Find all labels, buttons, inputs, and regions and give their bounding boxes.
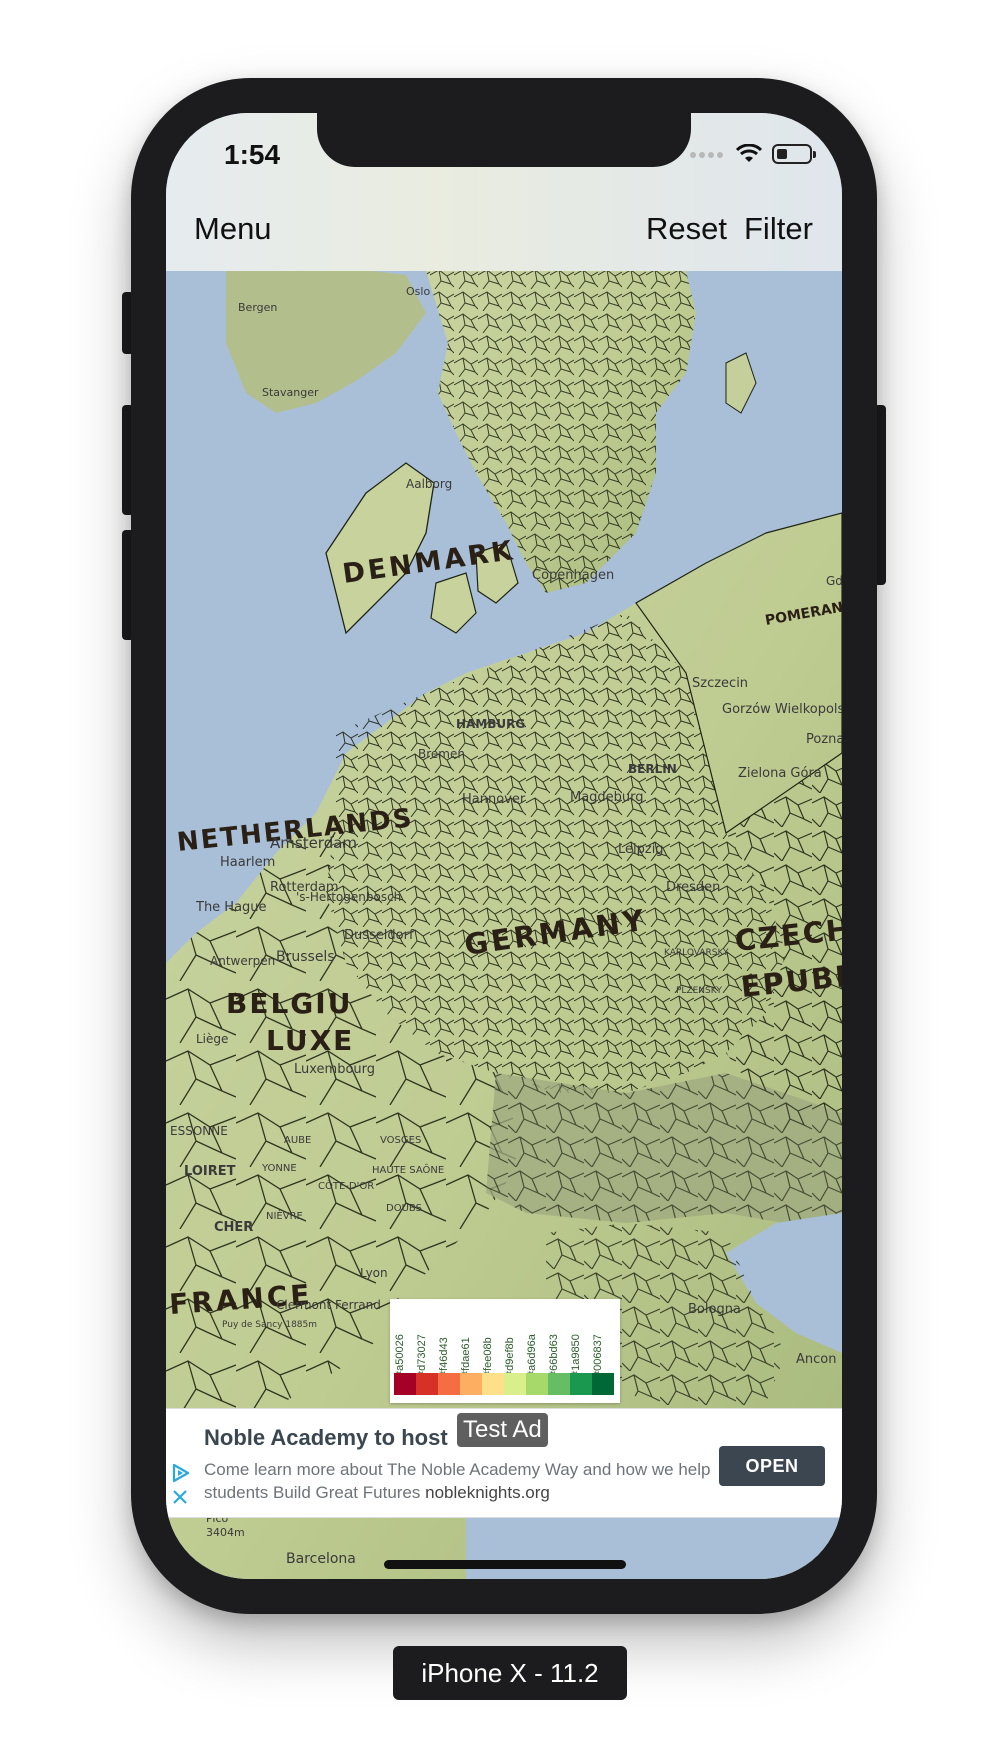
- phone-screen: DENMARK NETHERLANDS GERMANY BELGIU LUXE …: [166, 113, 842, 1579]
- legend-label: #006837: [592, 1334, 604, 1377]
- legend-swatch: [416, 1373, 438, 1395]
- reset-button[interactable]: Reset: [646, 211, 727, 247]
- city-dresden: Dresden: [666, 880, 720, 895]
- device-caption: iPhone X - 11.2: [393, 1646, 627, 1700]
- region-essonne: ESSONNE: [170, 1124, 228, 1138]
- legend-swatch: [592, 1373, 614, 1395]
- region-aube: AUBE: [284, 1135, 311, 1146]
- region-haute-saone: HAUTE SAÔNE: [372, 1163, 444, 1176]
- color-legend: #a50026 #d73027 #f46d43 #fdae61 #fee08b #d9ef…: [390, 1299, 620, 1403]
- legend-label: #66bd63: [548, 1334, 560, 1377]
- label-luxembourg: LUXE: [266, 1024, 354, 1057]
- legend-label: #d9ef8b: [504, 1337, 516, 1377]
- city-haarlem: Haarlem: [220, 855, 275, 870]
- city-gd: Gd: [826, 574, 842, 588]
- legend-label: #a50026: [394, 1334, 406, 1377]
- region-karlovarsky: KARLOVARSKY: [664, 948, 729, 958]
- status-icons: [690, 141, 816, 167]
- legend-label: #fdae61: [460, 1337, 472, 1377]
- city-copenhagen: Copenhagen: [532, 568, 614, 583]
- city-brussels: Brussels: [276, 949, 335, 965]
- signal-icon: [690, 145, 726, 163]
- region-nievre: NIÈVRE: [266, 1209, 303, 1222]
- legend-label: #fee08b: [482, 1337, 494, 1377]
- legend-label: #1a9850: [570, 1334, 582, 1377]
- city-magdeburg: Magdeburg: [570, 790, 644, 805]
- city-poznan: Poznań: [806, 732, 842, 747]
- region-plzensky: PLZENSKY: [676, 986, 722, 996]
- navigation-bar: 1:54 Menu Reset Filter: [166, 113, 842, 271]
- status-time: 1:54: [224, 139, 281, 170]
- battery-icon: [772, 144, 816, 164]
- legend-label: #f46d43: [438, 1337, 450, 1377]
- city-clermont: Clermont Ferrand: [276, 1298, 381, 1312]
- region-cote-dor: CÔTE-D'OR: [318, 1179, 374, 1192]
- region-cher: CHER: [214, 1220, 253, 1235]
- city-dusseldorf: Dusseldorf: [344, 928, 414, 943]
- ad-domain: nobleknights.org: [425, 1483, 550, 1502]
- region-vosges: VOSGES: [380, 1135, 421, 1146]
- menu-button[interactable]: Menu: [194, 211, 272, 247]
- ad-open-button[interactable]: OPEN: [719, 1446, 825, 1486]
- city-berlin: BERLIN: [628, 762, 677, 776]
- city-barcelona: Barcelona: [286, 1551, 356, 1567]
- ad-title: Noble Academy to host: [204, 1425, 448, 1450]
- city-antwerpen: Antwerpen: [210, 954, 275, 968]
- legend-label: #d73027: [416, 1334, 428, 1377]
- city-oslo: Oslo: [406, 285, 430, 298]
- city-stavanger: Stavanger: [262, 386, 319, 399]
- adchoices-icon[interactable]: [170, 1463, 192, 1507]
- city-s-hertogenbosch: 's-Hertogenbosch: [296, 890, 401, 904]
- label-belgium: BELGIU: [226, 987, 352, 1020]
- city-ancona: Ancon: [796, 1352, 836, 1367]
- region-doubs: DOUBS: [386, 1203, 422, 1214]
- legend-swatch: [526, 1373, 548, 1395]
- legend-swatch: [548, 1373, 570, 1395]
- filter-button[interactable]: Filter: [744, 211, 813, 247]
- peak-pico-height: 3404m: [206, 1526, 245, 1539]
- legend-label: #a6d96a: [526, 1334, 538, 1377]
- test-ad-badge: Test Ad: [457, 1413, 548, 1447]
- city-amsterdam: Amsterdam: [270, 834, 357, 852]
- peak-puy-de-sancy: Puy de Sancy 1885m: [222, 1320, 317, 1330]
- region-yonne: YONNE: [261, 1163, 297, 1174]
- legend-swatch: [438, 1373, 460, 1395]
- legend-swatch: [570, 1373, 592, 1395]
- city-luxembourg: Luxembourg: [294, 1062, 375, 1077]
- city-aalborg: Aalborg: [406, 477, 452, 491]
- city-hamburg: HAMBURG: [456, 717, 525, 731]
- city-bremen: Bremen: [418, 747, 465, 761]
- legend-swatch: [394, 1373, 416, 1395]
- region-loiret: LOIRET: [184, 1164, 236, 1179]
- city-the-hague: The Hague: [195, 900, 267, 915]
- city-bologna: Bologna: [688, 1302, 741, 1317]
- city-bergen: Bergen: [238, 301, 277, 314]
- home-indicator[interactable]: [384, 1560, 626, 1569]
- city-leipzig: Leipzig: [618, 842, 664, 857]
- legend-swatch: [504, 1373, 526, 1395]
- legend-swatch: [460, 1373, 482, 1395]
- city-zielona-gora: Zielona Góra: [738, 766, 822, 781]
- device-notch: [317, 113, 691, 167]
- ad-body: Come learn more about The Noble Academy …: [204, 1458, 714, 1504]
- wifi-icon: [736, 144, 762, 162]
- city-szczecin: Szczecin: [692, 676, 748, 691]
- legend-swatch: [482, 1373, 504, 1395]
- city-liege: Liège: [196, 1032, 228, 1046]
- city-gorzow: Gorzów Wielkopolski: [722, 702, 842, 717]
- city-lyon: Lyon: [360, 1266, 388, 1280]
- city-hannover: Hannover: [462, 792, 526, 807]
